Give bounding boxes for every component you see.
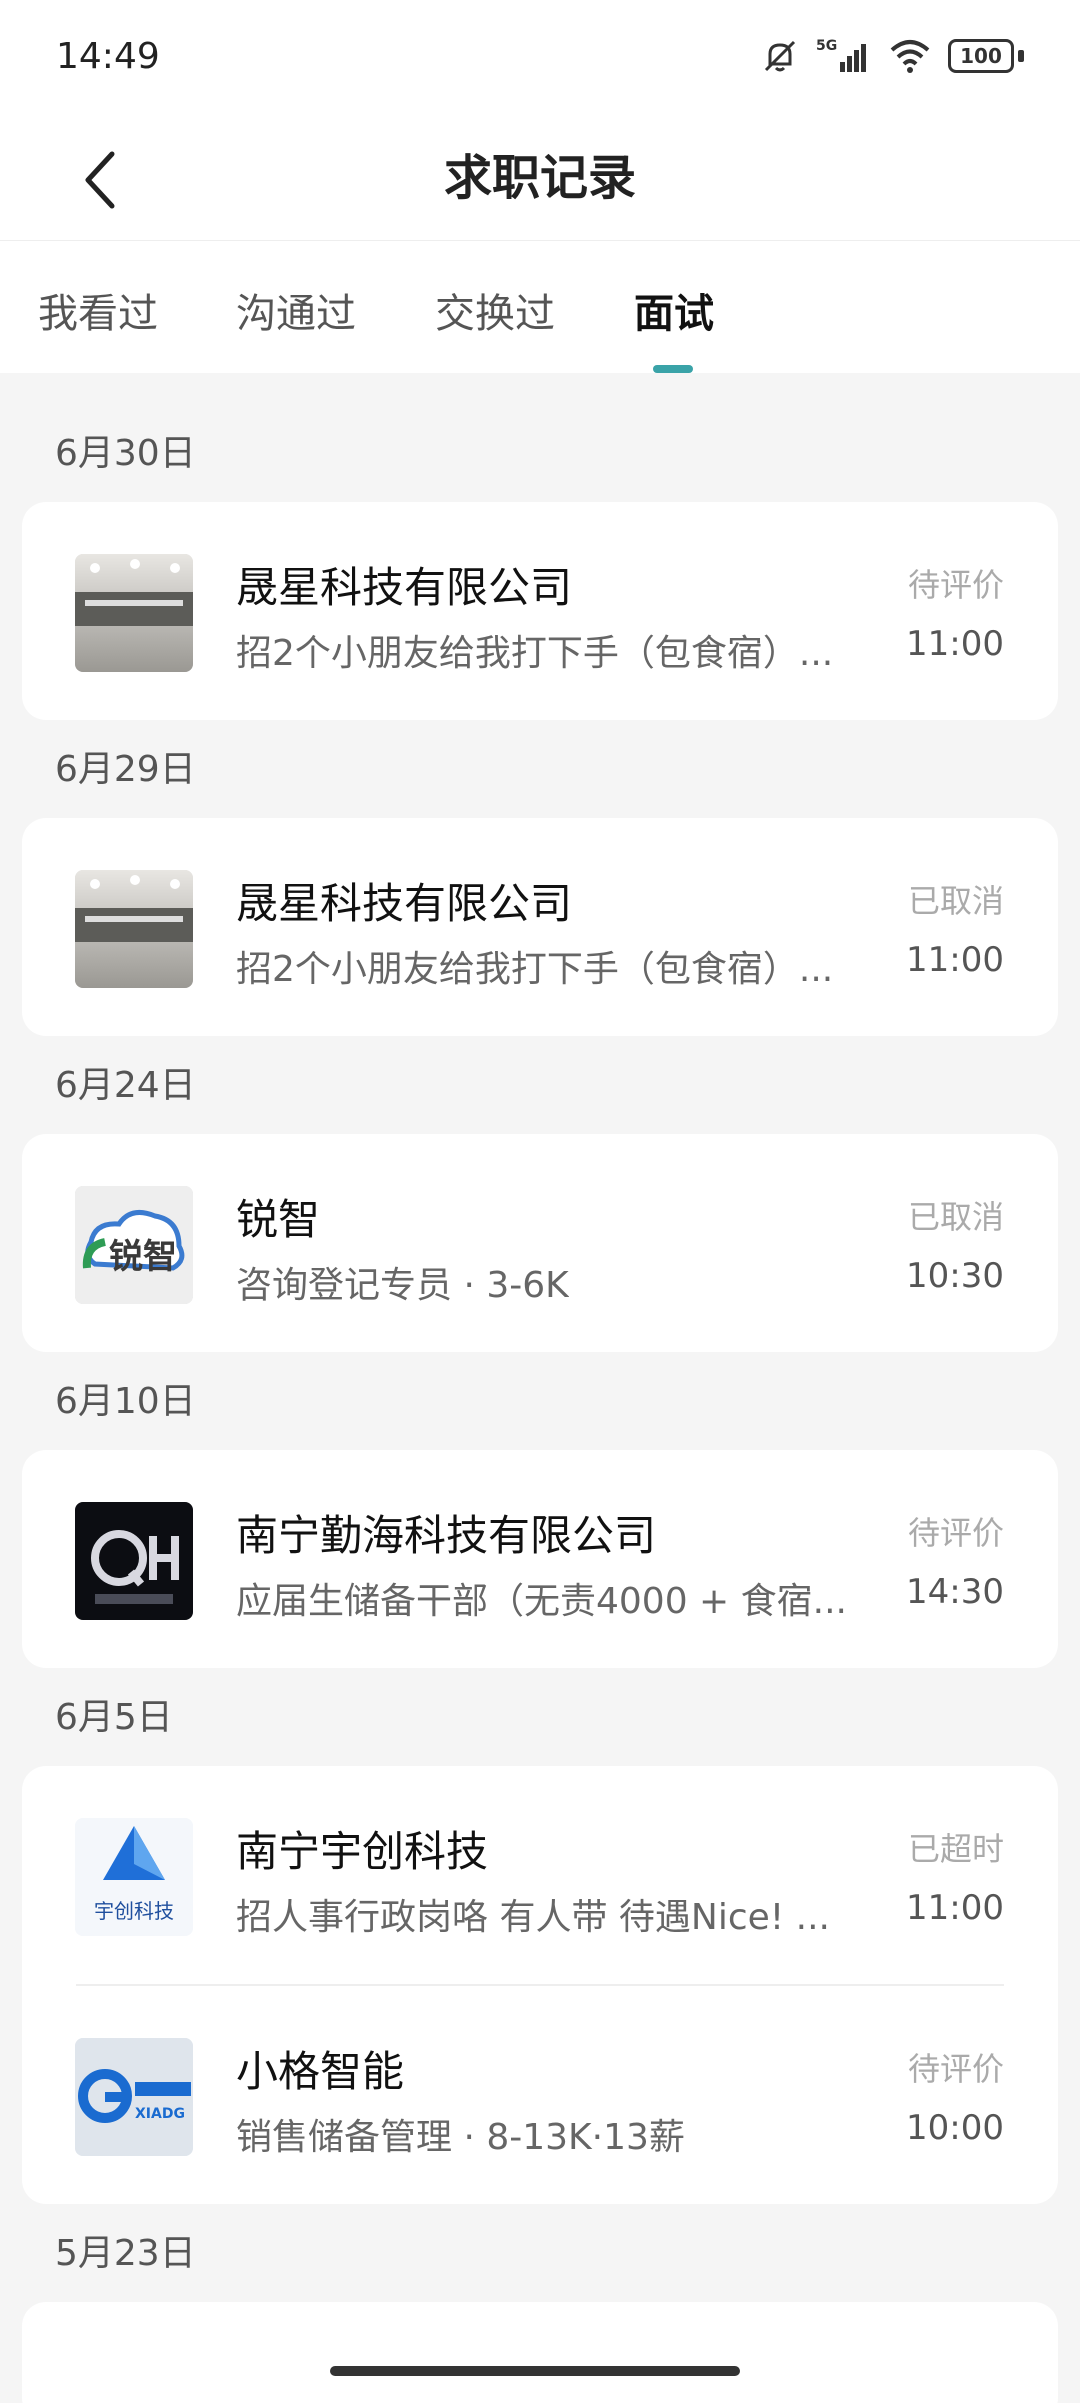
status-time: 14:49 xyxy=(56,36,160,77)
svg-text:锐智: 锐智 xyxy=(109,1237,177,1277)
interview-status: 待评价 xyxy=(907,566,1004,604)
date-header: 6月5日 xyxy=(55,1697,173,1738)
status-bar: 14:49 5G 100 xyxy=(0,0,1080,120)
company-logo xyxy=(75,1502,193,1620)
list-item[interactable]: 锐智 锐智 咨询登记专员 · 3-6K 已取消 10:30 xyxy=(22,1134,1058,1354)
interview-card: 晟星科技有限公司 招2个小朋友给我打下手（包食宿）... 待评价 11:00 xyxy=(22,502,1058,720)
company-logo xyxy=(75,870,193,988)
interview-status: 已取消 xyxy=(907,882,1004,920)
company-logo: XIADG xyxy=(75,2038,193,2156)
interview-time: 11:00 xyxy=(906,624,1004,664)
interview-card: 宇创科技 南宁宇创科技 招人事行政岗咯 有人带 待遇Nice! ... 已超时 … xyxy=(22,1766,1058,2204)
job-title: 咨询登记专员 · 3-6K xyxy=(236,1265,569,1306)
interview-status: 已超时 xyxy=(907,1830,1004,1868)
interview-status: 待评价 xyxy=(907,1514,1004,1552)
interview-status: 待评价 xyxy=(907,2050,1004,2088)
job-title: 招人事行政岗咯 有人带 待遇Nice! ... xyxy=(236,1897,830,1938)
company-name: 锐智 xyxy=(236,1195,321,1244)
tab-chatted[interactable]: 沟通过 xyxy=(236,281,356,339)
interview-card: 南宁勤海科技有限公司 应届生储备干部（无责4000 + 食宿... 待评价 14… xyxy=(22,1450,1058,1668)
list-item[interactable]: 晟星科技有限公司 招2个小朋友给我打下手（包食宿）... 待评价 11:00 xyxy=(22,502,1058,722)
company-logo: 锐智 xyxy=(75,1186,193,1304)
battery-indicator: 100 xyxy=(948,39,1024,73)
company-name: 晟星科技有限公司 xyxy=(236,879,573,928)
list-item[interactable]: XIADG 小格智能 销售储备管理 · 8-13K·13薪 待评价 10:00 xyxy=(22,1986,1058,2206)
interview-status: 已取消 xyxy=(907,1198,1004,1236)
interview-card: 锐智 锐智 咨询登记专员 · 3-6K 已取消 10:30 xyxy=(22,1134,1058,1352)
date-header: 6月24日 xyxy=(55,1065,196,1106)
active-tab-indicator xyxy=(653,365,693,373)
home-indicator[interactable] xyxy=(330,2366,740,2376)
interview-card: 晟星科技有限公司 招2个小朋友给我打下手（包食宿）... 已取消 11:00 xyxy=(22,818,1058,1036)
battery-level: 100 xyxy=(948,39,1014,73)
company-name: 南宁宇创科技 xyxy=(236,1827,489,1876)
job-title: 招2个小朋友给我打下手（包食宿）... xyxy=(236,633,834,674)
date-header: 6月29日 xyxy=(55,749,196,790)
tab-viewed[interactable]: 我看过 xyxy=(38,281,158,339)
company-name: 南宁勤海科技有限公司 xyxy=(236,1511,657,1560)
list-item[interactable]: 宇创科技 南宁宇创科技 招人事行政岗咯 有人带 待遇Nice! ... 已超时 … xyxy=(22,1766,1058,1986)
interview-time: 10:30 xyxy=(906,1256,1004,1296)
tab-bar: 我看过 沟通过 交换过 面试 xyxy=(0,240,1080,373)
battery-tip xyxy=(1018,50,1024,62)
tab-interview[interactable]: 面试 xyxy=(634,281,714,339)
interview-time: 11:00 xyxy=(906,940,1004,980)
page-title: 求职记录 xyxy=(443,150,636,206)
tab-exchanged[interactable]: 交换过 xyxy=(435,281,555,339)
svg-text:XIADG: XIADG xyxy=(135,2106,185,2122)
job-title: 销售储备管理 · 8-13K·13薪 xyxy=(236,2117,685,2158)
date-header: 6月30日 xyxy=(55,433,196,474)
list-item[interactable]: 晟星科技有限公司 招2个小朋友给我打下手（包食宿）... 已取消 11:00 xyxy=(22,818,1058,1038)
job-title: 应届生储备干部（无责4000 + 食宿... xyxy=(236,1581,847,1622)
date-header: 6月10日 xyxy=(55,1381,196,1422)
signal-5g-icon: 5G xyxy=(816,36,872,76)
company-logo xyxy=(75,554,193,672)
top-bar: 求职记录 xyxy=(0,120,1080,240)
interview-time: 10:00 xyxy=(906,2108,1004,2148)
interview-card xyxy=(22,2302,1058,2403)
company-name: 小格智能 xyxy=(236,2047,405,2096)
svg-text:宇创科技: 宇创科技 xyxy=(94,1899,174,1923)
page: 14:49 5G 100 求职记录 我看过 沟通过 交换过 面试 6月30日 晟… xyxy=(0,0,1080,2403)
date-header: 5月23日 xyxy=(55,2233,196,2274)
mute-bell-icon xyxy=(760,36,800,76)
job-title: 招2个小朋友给我打下手（包食宿）... xyxy=(236,949,834,990)
interview-time: 11:00 xyxy=(906,1888,1004,1928)
wifi-icon xyxy=(888,36,932,76)
company-name: 晟星科技有限公司 xyxy=(236,563,573,612)
company-logo: 宇创科技 xyxy=(75,1818,193,1936)
interview-time: 14:30 xyxy=(906,1572,1004,1612)
status-icons: 5G 100 xyxy=(760,36,1024,76)
svg-text:5G: 5G xyxy=(816,38,837,54)
list-item[interactable]: 南宁勤海科技有限公司 应届生储备干部（无责4000 + 食宿... 待评价 14… xyxy=(22,1450,1058,1670)
